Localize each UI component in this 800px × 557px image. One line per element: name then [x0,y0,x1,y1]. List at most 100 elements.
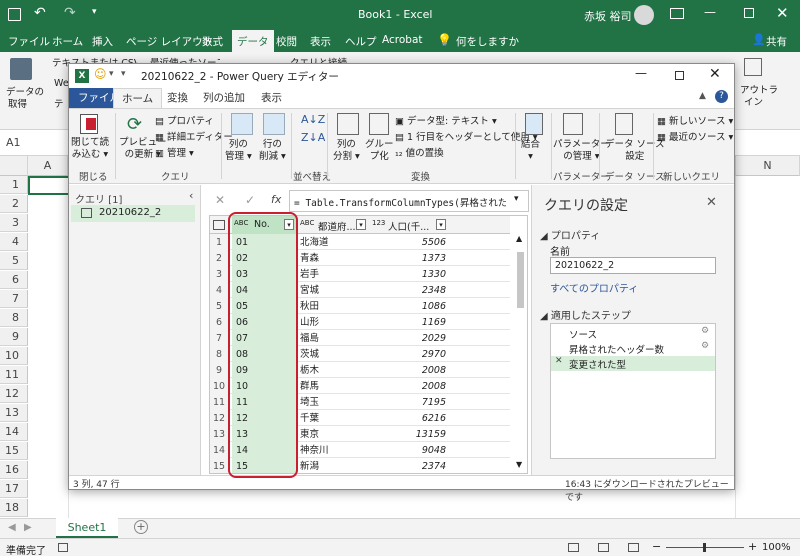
manage-columns-button[interactable]: 列の 管理 ▾ [225,139,252,163]
scroll-thumb[interactable] [517,252,524,308]
qat-more-icon[interactable]: ▾ [121,69,126,79]
cell-pref[interactable]: 新潟 [300,458,368,473]
tab-page-layout[interactable]: ページ レイアウト [126,34,213,49]
add-sheet-icon[interactable]: + [134,520,148,534]
cell-pref[interactable]: 秋田 [300,298,368,315]
column-filter-pop-icon[interactable]: ▾ [436,219,446,230]
from-table-fragment[interactable]: テ [54,96,64,110]
manage-parameters-button[interactable]: パラメーター の管理 ▾ [553,139,610,163]
properties-button[interactable]: ▤ プロパティ [155,113,214,127]
cell-i[interactable]: 5 [210,298,228,315]
combine-button[interactable]: 結合 ▾ [521,139,540,163]
cell-pref[interactable]: 青森 [300,250,368,267]
row-header[interactable]: 13 [0,404,28,422]
row-header[interactable]: 17 [0,480,28,498]
cell-i[interactable]: 8 [210,346,228,363]
qat-dropdown-pq-icon[interactable]: ▾ [109,69,114,79]
row-header[interactable]: 15 [0,442,28,460]
share-icon[interactable]: 👤 [752,33,766,46]
collapse-queries-icon[interactable]: ‹ [189,189,193,202]
page-layout-view-icon[interactable] [598,543,609,552]
name-box[interactable]: A1 [6,136,21,149]
row-header[interactable]: 16 [0,461,28,479]
macro-record-icon[interactable] [58,543,68,552]
select-all-corner[interactable] [0,156,28,176]
close-settings-icon[interactable]: ✕ [706,195,717,210]
row-header[interactable]: 8 [0,309,28,327]
zoom-out-icon[interactable]: − [652,540,661,553]
cell-pref[interactable]: 山形 [300,314,368,331]
cell-i[interactable]: 9 [210,362,228,379]
get-data-label-2[interactable]: 取得 [8,96,27,110]
column-header-n[interactable]: N [735,156,800,176]
avatar[interactable] [634,5,654,25]
from-web-fragment[interactable]: We [54,78,69,89]
lightbulb-icon[interactable]: 💡 [437,33,452,47]
row-header[interactable]: 7 [0,290,28,308]
first-row-headers-button[interactable]: ▤ 1 行目をヘッダーとして使用 ▾ [395,129,538,143]
reduce-rows-button[interactable]: 行の 削減 ▾ [259,139,286,163]
collapse-ribbon-icon[interactable]: ▲ [699,91,706,101]
cell-pop[interactable]: 9048 [370,442,446,459]
tab-home[interactable]: ホーム [52,34,83,49]
data-source-settings-button[interactable]: データ ソース 設定 [605,139,665,163]
undo-icon[interactable]: ↶ [34,5,46,21]
query-name-input[interactable]: 20210622_2 [550,257,716,274]
tell-me-search[interactable]: 何をしますか [456,34,519,49]
zoom-slider-thumb[interactable] [703,543,706,552]
tab-help[interactable]: ヘルプ [345,34,377,49]
row-header[interactable]: 1 [0,176,28,194]
row-header[interactable]: 10 [0,347,28,365]
tab-formulas[interactable]: 数式 [202,34,223,49]
table-menu-icon[interactable] [213,220,225,230]
column-filter-pref-icon[interactable]: ▾ [356,219,366,230]
pq-minimize-icon[interactable]: — [635,66,647,80]
column-header-pop[interactable]: 123 人口(千... ▾ [370,216,450,234]
cell-i[interactable]: 15 [210,458,228,473]
cell-pop[interactable]: 2008 [370,378,446,395]
restore-icon[interactable] [744,8,754,18]
zoom-in-icon[interactable]: + [748,540,757,553]
column-type-pop[interactable]: 123 [372,219,385,227]
cell-i[interactable]: 3 [210,266,228,283]
tab-insert[interactable]: 挿入 [92,34,113,49]
pq-tab-add-column[interactable]: 列の追加 [195,88,253,108]
fx-icon[interactable]: fx [271,193,281,206]
help-icon[interactable]: ? [715,90,728,103]
formula-text[interactable]: = Table.TransformColumnTypes(昇格された [294,195,506,209]
cell-pop[interactable]: 13159 [370,426,446,443]
replace-values-button[interactable]: ₁₂ 値の置換 [395,145,444,159]
column-header-a[interactable]: A [28,156,68,176]
row-header[interactable]: 11 [0,366,28,384]
user-name[interactable]: 赤坂 裕司 [584,8,632,24]
save-icon[interactable] [8,8,21,21]
cell-i[interactable]: 4 [210,282,228,299]
ribbon-display-icon[interactable] [670,8,684,19]
column-type-pref[interactable]: ABC [300,219,314,227]
cell-pref[interactable]: 神奈川 [300,442,368,459]
cell-pop[interactable]: 1169 [370,314,446,331]
split-column-button[interactable]: 列の 分割 ▾ [333,139,360,163]
cell-pop[interactable]: 2970 [370,346,446,363]
cancel-formula-icon[interactable]: ✕ [215,193,225,207]
query-name-value[interactable]: 20210622_2 [555,260,614,271]
cell-pref[interactable]: 東京 [300,426,368,443]
close-load-button[interactable]: 閉じて読 み込む ▾ [71,137,109,161]
tab-view[interactable]: 表示 [310,34,331,49]
cell-pop[interactable]: 1086 [370,298,446,315]
cell-pref[interactable]: 宮城 [300,282,368,299]
cell-pop[interactable]: 7195 [370,394,446,411]
data-type-dropdown[interactable]: ▣ データ型: テキスト ▾ [395,113,497,127]
cell-pref[interactable]: 福島 [300,330,368,347]
redo-icon[interactable]: ↷ [64,5,76,21]
row-header[interactable]: 2 [0,195,28,213]
cell-i[interactable]: 6 [210,314,228,331]
cell-i[interactable]: 10 [210,378,228,395]
cell-pop[interactable]: 6216 [370,410,446,427]
recent-sources-button[interactable]: ▦ 最近のソース ▾ [657,129,733,143]
step-promoted-headers[interactable]: 昇格されたヘッダー数 ⚙ [551,341,715,356]
pq-restore-icon[interactable] [675,71,684,80]
sheet-nav-right-icon[interactable]: ▶ [24,522,32,533]
page-break-view-icon[interactable] [628,543,639,552]
row-header[interactable]: 14 [0,423,28,441]
